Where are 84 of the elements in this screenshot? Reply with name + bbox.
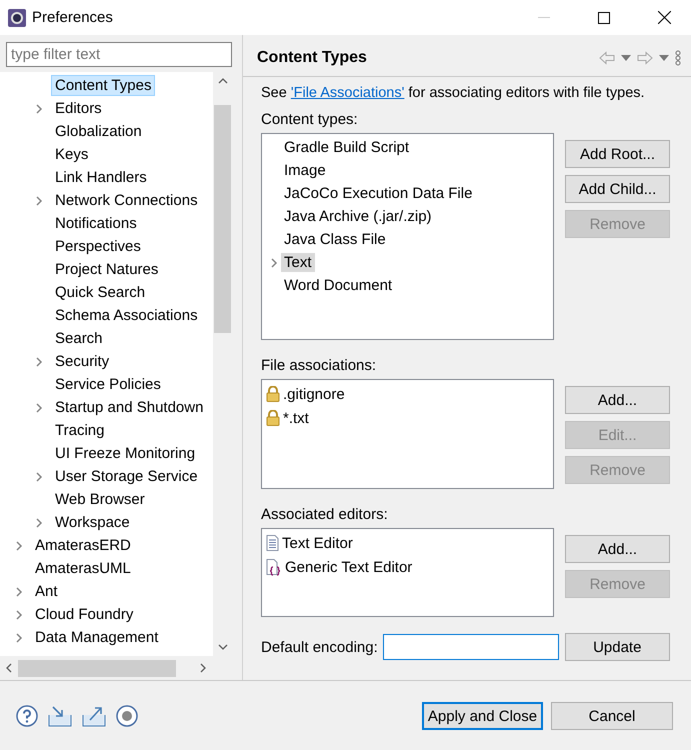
content-type-item[interactable]: JaCoCo Execution Data File: [281, 184, 476, 203]
tree-item[interactable]: Search: [51, 328, 107, 349]
tree-item[interactable]: Project Natures: [51, 259, 162, 280]
editor-item[interactable]: Generic Text Editor: [285, 558, 412, 576]
tree-item[interactable]: Notifications: [51, 213, 141, 234]
lock-icon: [266, 386, 280, 402]
section-label: Content types:: [261, 111, 359, 128]
file-associations-link[interactable]: 'File Associations': [290, 85, 404, 101]
forward-arrow-icon[interactable]: [637, 51, 653, 65]
expand-chevron-icon[interactable]: [35, 516, 43, 528]
encoding-field[interactable]: [382, 634, 559, 660]
intro-text: See 'File Associations' for associating editors with file types.: [261, 85, 646, 101]
page-title: Content Types: [257, 49, 368, 67]
content-type-item[interactable]: Java Class File: [281, 230, 389, 249]
expand-chevron-icon[interactable]: [15, 608, 23, 620]
dialog-button[interactable]: Apply and Close: [422, 702, 543, 730]
content-type-item[interactable]: Text: [281, 253, 315, 272]
expand-chevron-icon[interactable]: [35, 470, 43, 482]
document-icon: [266, 535, 279, 551]
content-type-item[interactable]: Word Document: [281, 276, 396, 295]
tree-item[interactable]: Link Handlers: [51, 167, 151, 188]
tree-item[interactable]: Web Browser: [51, 489, 149, 510]
tree-item[interactable]: UI Freeze Monitoring: [51, 443, 200, 464]
expand-chevron-icon[interactable]: [270, 256, 278, 268]
tree-item[interactable]: Keys: [51, 144, 92, 165]
action-button[interactable]: Add...: [565, 535, 670, 563]
braces-document-icon: [266, 558, 282, 576]
expand-chevron-icon[interactable]: [15, 632, 23, 644]
import-icon[interactable]: [48, 705, 72, 727]
tree-item[interactable]: Workspace: [51, 512, 134, 533]
tree-item[interactable]: User Storage Service: [51, 466, 202, 487]
expand-chevron-icon[interactable]: [35, 402, 43, 414]
gear-app-icon: [8, 8, 26, 26]
tree-item[interactable]: Content Types: [51, 75, 156, 96]
export-icon[interactable]: [82, 705, 106, 727]
more-options-icon[interactable]: [675, 50, 681, 66]
encoding-label: Default encoding:: [261, 638, 378, 656]
tree-item[interactable]: Tracing: [51, 420, 108, 441]
window-title: Preferences: [32, 9, 114, 26]
section-label: File associations:: [261, 357, 378, 374]
dropdown-caret-icon[interactable]: [659, 55, 669, 61]
dialog-button[interactable]: Cancel: [551, 702, 673, 730]
tree-item[interactable]: Editors: [51, 98, 106, 119]
file-association-item[interactable]: *.txt: [283, 410, 309, 426]
close-icon[interactable]: [658, 11, 670, 24]
tree-item[interactable]: Startup and Shutdown: [51, 397, 208, 418]
action-button[interactable]: Add Child...: [565, 175, 670, 203]
action-button[interactable]: Add Root...: [565, 140, 670, 168]
expand-chevron-icon[interactable]: [15, 586, 23, 598]
content-type-item[interactable]: Image: [281, 161, 329, 180]
tree-item[interactable]: Security: [51, 351, 114, 372]
section-label: Associated editors:: [261, 506, 389, 523]
maximize-icon[interactable]: [598, 12, 610, 24]
tree-item[interactable]: Data Management: [31, 627, 162, 648]
editor-item[interactable]: Text Editor: [282, 534, 353, 552]
tree-item[interactable]: Ant: [31, 581, 62, 602]
tree-item[interactable]: AmaterasUML: [31, 558, 135, 579]
tree-item[interactable]: Network Connections: [51, 190, 202, 211]
action-button[interactable]: Add...: [565, 386, 670, 414]
tree-item[interactable]: AmaterasERD: [31, 535, 135, 556]
scroll-down-icon[interactable]: [218, 644, 228, 650]
scroll-left-icon[interactable]: [6, 663, 12, 673]
dropdown-caret-icon[interactable]: [621, 55, 631, 61]
tree-item[interactable]: Schema Associations: [51, 305, 202, 326]
file-association-item[interactable]: .gitignore: [283, 386, 345, 402]
tree-item[interactable]: Perspectives: [51, 236, 145, 257]
expand-chevron-icon[interactable]: [35, 102, 43, 114]
tree-item[interactable]: Globalization: [51, 121, 146, 142]
tree-item[interactable]: Quick Search: [51, 282, 150, 303]
content-type-item[interactable]: Java Archive (.jar/.zip): [281, 207, 435, 226]
filter-field[interactable]: type filter text: [6, 42, 232, 67]
expand-chevron-icon[interactable]: [35, 194, 43, 206]
update-button[interactable]: Update: [564, 633, 670, 661]
expand-chevron-icon[interactable]: [15, 540, 23, 552]
lock-icon: [266, 410, 280, 426]
help-icon[interactable]: [16, 705, 38, 727]
expand-chevron-icon[interactable]: [35, 356, 43, 368]
scroll-right-icon[interactable]: [200, 663, 206, 673]
back-arrow-icon[interactable]: [599, 51, 615, 65]
scroll-up-icon[interactable]: [218, 78, 228, 84]
content-type-item[interactable]: Gradle Build Script: [281, 138, 412, 157]
tree-item[interactable]: Cloud Foundry: [31, 604, 138, 625]
record-icon[interactable]: [116, 705, 138, 727]
tree-item[interactable]: Service Policies: [51, 374, 165, 395]
